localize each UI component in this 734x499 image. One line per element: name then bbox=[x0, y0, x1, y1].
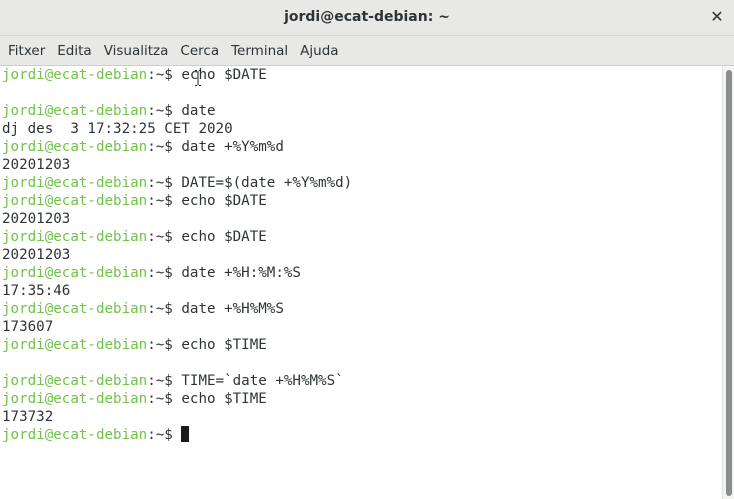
output-line: 20201203 bbox=[2, 247, 71, 263]
terminal-cursor bbox=[181, 426, 190, 442]
menu-edita[interactable]: Edita bbox=[51, 37, 97, 65]
scrollbar-thumb[interactable] bbox=[726, 70, 732, 496]
prompt-path: :~$ bbox=[147, 265, 182, 281]
output-line: 173607 bbox=[2, 319, 54, 335]
prompt-path: :~$ bbox=[147, 301, 182, 317]
title-bar[interactable]: jordi@ecat-debian: ~ ✕ bbox=[0, 0, 734, 36]
command-text: date +%H:%M:%S bbox=[181, 265, 301, 281]
prompt-user: jordi@ecat-debian bbox=[2, 139, 148, 155]
prompt-user: jordi@ecat-debian bbox=[2, 427, 148, 443]
menu-ajuda[interactable]: Ajuda bbox=[294, 37, 344, 65]
output-line: 17:35:46 bbox=[2, 283, 71, 299]
prompt-path: :~$ bbox=[147, 193, 182, 209]
command-line: jordi@ecat-debian:~$ DATE=$(date +%Y%m%d… bbox=[2, 174, 352, 192]
prompt-path: :~$ bbox=[147, 139, 182, 155]
command-line: jordi@ecat-debian:~$ echo $TIME bbox=[2, 336, 267, 354]
terminal-window: jordi@ecat-debian: ~ ✕ Fitxer Edita Visu… bbox=[0, 0, 734, 499]
menu-bar: Fitxer Edita Visualitza Cerca Terminal A… bbox=[0, 36, 734, 66]
command-line: jordi@ecat-debian:~$ date +%Y%m%d bbox=[2, 138, 284, 156]
prompt-path: :~$ bbox=[147, 391, 182, 407]
prompt-path: :~$ bbox=[147, 103, 182, 119]
command-text: echo $DATE bbox=[181, 193, 267, 209]
command-line: jordi@ecat-debian:~$ echo $DATE bbox=[2, 192, 267, 210]
prompt-user: jordi@ecat-debian bbox=[2, 373, 148, 389]
prompt-user: jordi@ecat-debian bbox=[2, 175, 148, 191]
prompt-user: jordi@ecat-debian bbox=[2, 67, 148, 83]
command-text: date bbox=[181, 103, 216, 119]
prompt-path: :~$ bbox=[147, 373, 182, 389]
prompt-path: :~$ bbox=[147, 427, 182, 443]
text-cursor-icon bbox=[195, 70, 201, 86]
prompt-path: :~$ bbox=[147, 337, 182, 353]
command-text: echo $TIME bbox=[181, 337, 267, 353]
command-text: date +%Y%m%d bbox=[181, 139, 284, 155]
command-text: echo $DATE bbox=[181, 229, 267, 245]
menu-fitxer[interactable]: Fitxer bbox=[2, 37, 51, 65]
terminal-output[interactable]: jordi@ecat-debian:~$ echo $DATE jordi@eca… bbox=[0, 66, 722, 499]
output-line: dj des 3 17:32:25 CET 2020 bbox=[2, 121, 233, 137]
command-text: DATE=$(date +%Y%m%d) bbox=[181, 175, 353, 191]
command-text: echo $TIME bbox=[181, 391, 267, 407]
command-line: jordi@ecat-debian:~$ bbox=[2, 426, 190, 444]
command-text: TIME=`date +%H%M%S` bbox=[181, 373, 344, 389]
window-title: jordi@ecat-debian: ~ bbox=[284, 9, 450, 25]
command-line: jordi@ecat-debian:~$ date bbox=[2, 102, 216, 120]
prompt-user: jordi@ecat-debian bbox=[2, 229, 148, 245]
command-line: jordi@ecat-debian:~$ TIME=`date +%H%M%S` bbox=[2, 372, 344, 390]
prompt-user: jordi@ecat-debian bbox=[2, 265, 148, 281]
command-text: date +%H%M%S bbox=[181, 301, 284, 317]
prompt-path: :~$ bbox=[147, 229, 182, 245]
menu-terminal[interactable]: Terminal bbox=[225, 37, 294, 65]
scrollbar[interactable] bbox=[722, 66, 734, 499]
prompt-path: :~$ bbox=[147, 175, 182, 191]
prompt-user: jordi@ecat-debian bbox=[2, 193, 148, 209]
command-line: jordi@ecat-debian:~$ date +%H%M%S bbox=[2, 300, 284, 318]
command-line: jordi@ecat-debian:~$ echo $DATE bbox=[2, 66, 267, 84]
output-line: 20201203 bbox=[2, 211, 71, 227]
prompt-user: jordi@ecat-debian bbox=[2, 301, 148, 317]
output-line: 173732 bbox=[2, 409, 54, 425]
command-line: jordi@ecat-debian:~$ echo $DATE bbox=[2, 228, 267, 246]
prompt-user: jordi@ecat-debian bbox=[2, 337, 148, 353]
close-icon[interactable]: ✕ bbox=[710, 7, 724, 27]
command-line: jordi@ecat-debian:~$ echo $TIME bbox=[2, 390, 267, 408]
prompt-path: :~$ bbox=[147, 67, 182, 83]
prompt-user: jordi@ecat-debian bbox=[2, 103, 148, 119]
output-line: 20201203 bbox=[2, 157, 71, 173]
menu-cerca[interactable]: Cerca bbox=[174, 37, 225, 65]
command-line: jordi@ecat-debian:~$ date +%H:%M:%S bbox=[2, 264, 301, 282]
prompt-user: jordi@ecat-debian bbox=[2, 391, 148, 407]
menu-visualitza[interactable]: Visualitza bbox=[98, 37, 175, 65]
